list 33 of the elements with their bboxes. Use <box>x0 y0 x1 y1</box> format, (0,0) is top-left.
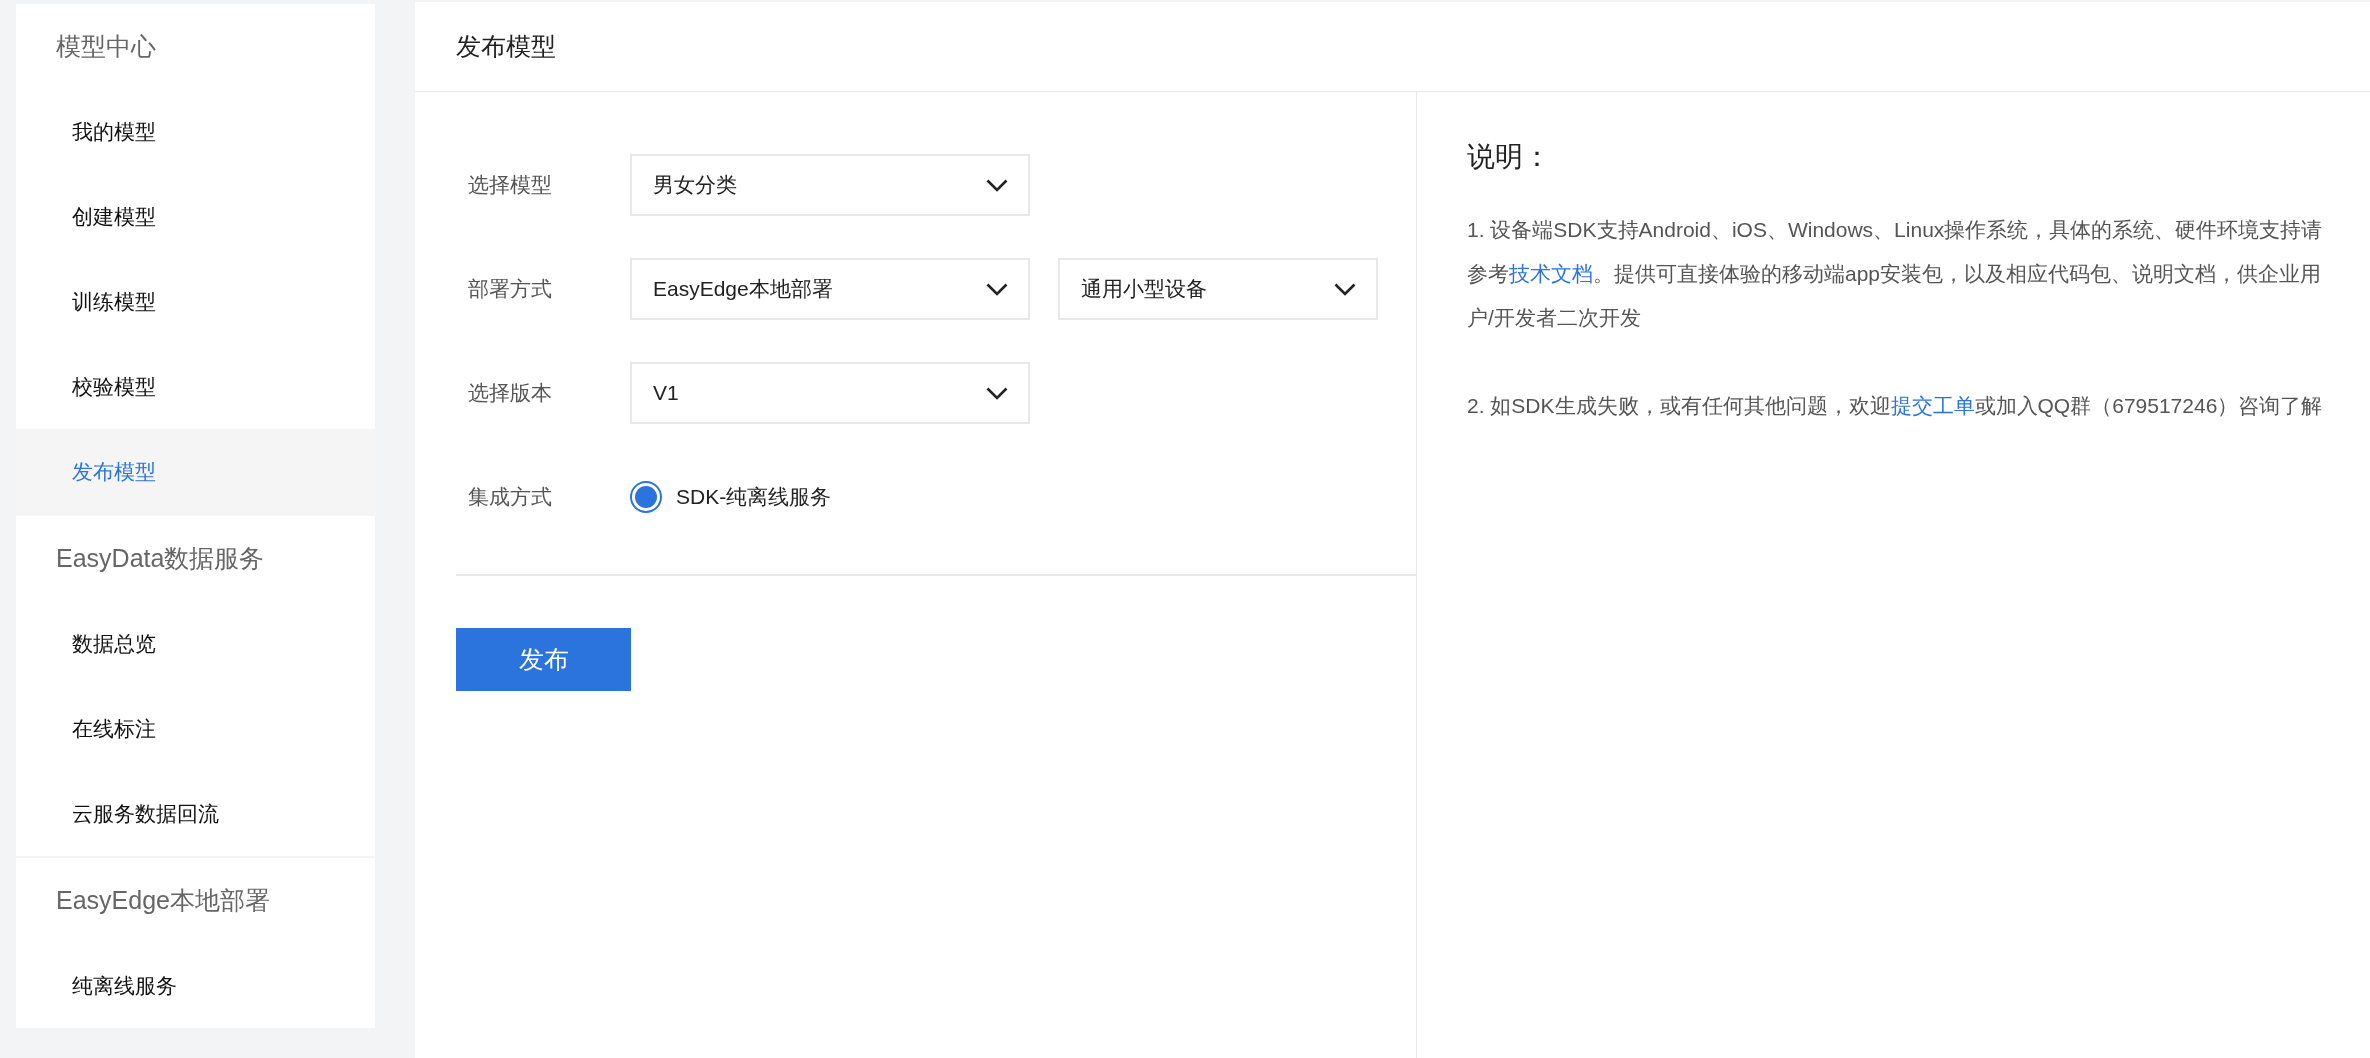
link[interactable]: 提交工单 <box>1890 394 1975 417</box>
note-paragraph: 2. 如SDK生成失败，或有任何其他问题，欢迎提交工单或加入QQ群（679517246）咨询了解 <box>1467 393 2324 419</box>
dropdown-select[interactable]: 通用小型设备 <box>1058 258 1378 320</box>
field-label: 集成方式 <box>468 484 553 511</box>
sidebar-item[interactable]: 校验模型 <box>16 344 375 429</box>
chevron-down-icon <box>986 386 1008 400</box>
dropdown-select[interactable]: EasyEdge本地部署 <box>630 258 1030 320</box>
field-label: 选择版本 <box>468 380 553 407</box>
note-paragraph: 1. 设备端SDK支持Android、iOS、Windows、Linux操作系统，具体的系统、硬件环境支持请参考技术文档。提供可直接体验的移动端app安装包，以及相应代码包、说明文档，供企业用户/开发者二次开发 <box>1467 217 2324 331</box>
sidebar-item[interactable]: 我的模型 <box>16 89 375 174</box>
sidebar-item[interactable]: 云服务数据回流 <box>16 771 375 856</box>
sidebar-group-title: EasyData数据服务 <box>56 542 265 574</box>
sidebar-item[interactable]: 发布模型 <box>16 429 375 514</box>
sidebar-item[interactable]: 创建模型 <box>16 174 375 259</box>
link[interactable]: 技术文档 <box>1509 262 1593 285</box>
chevron-down-icon <box>986 178 1008 192</box>
sidebar-group-title: EasyEdge本地部署 <box>56 884 270 916</box>
sidebar-group-title: 模型中心 <box>56 30 156 62</box>
sidebar-item[interactable]: 数据总览 <box>16 601 375 686</box>
dropdown-select[interactable]: 男女分类 <box>630 154 1030 216</box>
chevron-down-icon <box>1334 282 1356 296</box>
publish-button[interactable]: 发布 <box>456 628 631 691</box>
page-title: 发布模型 <box>456 30 556 62</box>
sidebar-item[interactable]: 训练模型 <box>16 259 375 344</box>
radio-button[interactable] <box>630 481 662 513</box>
field-label: 选择模型 <box>468 172 553 199</box>
sidebar-item[interactable]: 纯离线服务 <box>16 943 375 1028</box>
chevron-down-icon <box>986 282 1008 296</box>
dropdown-select[interactable]: V1 <box>630 362 1030 424</box>
radio-option[interactable]: SDK-纯离线服务 <box>630 481 832 513</box>
field-label: 部署方式 <box>468 276 553 303</box>
notes-title: 说明： <box>1467 140 1552 174</box>
sidebar-item[interactable]: 在线标注 <box>16 686 375 771</box>
